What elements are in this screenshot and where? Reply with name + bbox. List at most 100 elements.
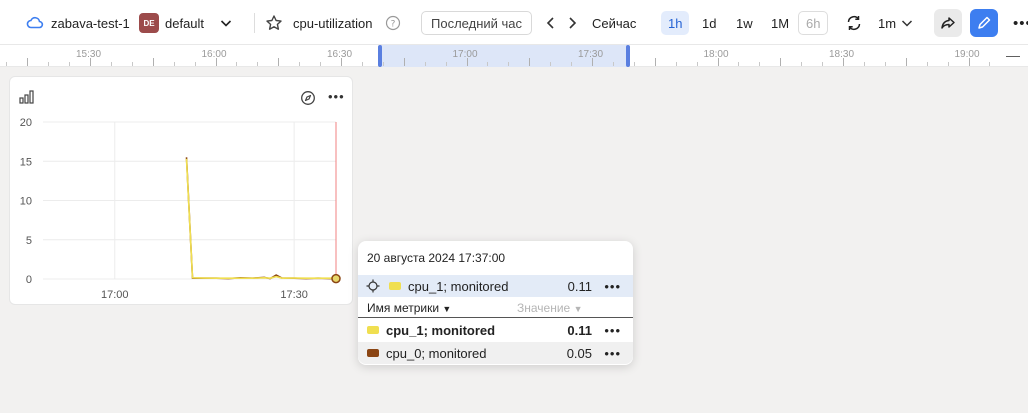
top-toolbar: zabava-test-1 DE default cpu-utilization… bbox=[0, 0, 1028, 45]
zoom-1d-button[interactable]: 1d bbox=[695, 11, 723, 35]
timeline-tick-mark bbox=[173, 62, 175, 66]
timeline-tick-mark bbox=[884, 62, 886, 66]
timeline-tick-mark bbox=[968, 58, 970, 66]
svg-text:?: ? bbox=[391, 20, 396, 30]
tooltip-row-name: cpu_0; monitored bbox=[386, 345, 487, 361]
refresh-icon[interactable] bbox=[845, 9, 863, 37]
timeline-tick-mark bbox=[717, 58, 719, 66]
tooltip-date: 20 августа 2024 17:37:00 bbox=[367, 251, 506, 265]
timeline-tick-mark bbox=[48, 62, 50, 66]
timeline-tick-label: 19:00 bbox=[954, 49, 980, 60]
timeline-tick-mark bbox=[445, 62, 447, 66]
chevron-down-icon[interactable] bbox=[219, 9, 233, 37]
timeline-tick-mark bbox=[905, 58, 907, 66]
timeline-tick-mark bbox=[466, 58, 468, 66]
environment-label[interactable]: default bbox=[165, 9, 204, 37]
timeline-tick-mark bbox=[863, 62, 865, 66]
timeline-tick-mark bbox=[215, 58, 217, 66]
x-tick-label: 17:30 bbox=[280, 289, 308, 301]
timeline-tick-mark bbox=[6, 62, 8, 66]
timeline-tick-mark bbox=[696, 62, 698, 66]
y-tick-label: 20 bbox=[20, 117, 32, 129]
cloud-icon[interactable] bbox=[26, 9, 44, 37]
more-icon[interactable]: ••• bbox=[1013, 9, 1028, 37]
folder-name[interactable]: zabava-test-1 bbox=[51, 9, 130, 37]
tooltip-row-value: 0.05 bbox=[566, 345, 592, 361]
timeline-selection-end-handle[interactable] bbox=[626, 45, 630, 67]
y-tick-label: 15 bbox=[20, 156, 32, 168]
tooltip-row[interactable]: cpu_1; monitored 0.11 ••• bbox=[358, 319, 633, 341]
timeline-tick-label: 18:00 bbox=[703, 49, 729, 60]
timeline-tick-label: 17:00 bbox=[452, 49, 478, 60]
edit-button[interactable] bbox=[970, 9, 998, 37]
timeline-tick-label: 18:30 bbox=[829, 49, 855, 60]
divider bbox=[254, 13, 255, 33]
tooltip-row-value: 0.11 bbox=[567, 322, 592, 338]
row-more-icon[interactable]: ••• bbox=[604, 323, 621, 338]
timeline-tick-mark bbox=[278, 58, 280, 66]
series-color-swatch bbox=[367, 326, 379, 334]
share-button[interactable] bbox=[934, 9, 962, 37]
chevron-right-icon[interactable] bbox=[566, 9, 578, 37]
cpu-line-chart[interactable]: 0 5 10 15 20 17:00 17:30 bbox=[10, 77, 354, 306]
timeline-tick-mark bbox=[299, 62, 301, 66]
refresh-interval-select[interactable]: 1m bbox=[878, 9, 914, 37]
chevron-down-icon bbox=[902, 20, 913, 27]
value-header-label: Значение bbox=[517, 301, 571, 315]
tooltip-highlighted-row[interactable]: cpu_1; monitored 0.11 ••• bbox=[358, 275, 633, 297]
timeline-tick-mark bbox=[947, 62, 949, 66]
timeline-tick-label: 17:30 bbox=[578, 49, 604, 60]
y-tick-label: 10 bbox=[20, 196, 32, 208]
timeline-tick-mark bbox=[361, 62, 363, 66]
metric-name-column-header[interactable]: Имя метрики ▼ bbox=[367, 301, 451, 315]
timeline-tick-mark bbox=[654, 58, 656, 66]
timeline-tick-mark bbox=[550, 62, 552, 66]
dashboard-title: cpu-utilization bbox=[293, 15, 373, 31]
tooltip-row[interactable]: cpu_0; monitored 0.05 ••• bbox=[358, 342, 633, 364]
now-button[interactable]: Сейчас bbox=[592, 9, 636, 37]
timeline-tick-mark bbox=[487, 62, 489, 66]
avatar: DE bbox=[139, 13, 159, 33]
crosshair-icon bbox=[366, 279, 380, 296]
timeline-tick-label: 16:30 bbox=[327, 49, 353, 60]
timeline-tick-mark bbox=[194, 62, 196, 66]
x-tick-label: 17:00 bbox=[101, 289, 129, 301]
row-more-icon[interactable]: ••• bbox=[604, 279, 621, 294]
zoom-1M-button[interactable]: 1M bbox=[764, 11, 796, 35]
chevron-left-icon[interactable] bbox=[545, 9, 557, 37]
zoom-1h-button[interactable]: 1h bbox=[661, 11, 690, 35]
refresh-interval-value: 1m bbox=[878, 15, 897, 31]
timeline-tick-label: 16:00 bbox=[201, 49, 227, 60]
value-column-header[interactable]: Значение ▼ bbox=[517, 301, 582, 315]
time-range-button[interactable]: Последний час bbox=[421, 11, 533, 35]
sort-down-icon: ▼ bbox=[573, 304, 583, 314]
help-icon[interactable]: ? bbox=[385, 9, 401, 37]
zoom-1w-button[interactable]: 1w bbox=[729, 11, 760, 35]
series-line-cpu_1 bbox=[185, 158, 337, 279]
timeline-tick-mark bbox=[403, 58, 405, 66]
timeline-tick-mark bbox=[508, 62, 510, 66]
timeline-tick-mark bbox=[320, 62, 322, 66]
timeline-tick-mark bbox=[633, 62, 635, 66]
timeline-tick-mark bbox=[382, 62, 384, 66]
row-more-icon[interactable]: ••• bbox=[604, 346, 621, 361]
timeline-tick-mark bbox=[738, 62, 740, 66]
timeline-tick-mark bbox=[110, 62, 112, 66]
timeline-tick-mark bbox=[822, 62, 824, 66]
cursor-point bbox=[331, 273, 341, 284]
pencil-icon bbox=[978, 16, 991, 29]
star-icon[interactable] bbox=[265, 9, 283, 37]
y-tick-label: 0 bbox=[26, 274, 32, 286]
series-color-swatch bbox=[389, 282, 401, 290]
timeline-tick-mark bbox=[801, 62, 803, 66]
timeline-ruler[interactable]: 15:30 16:00 16:30 17:00 17:30 18:00 18:30 19:00… bbox=[0, 44, 1028, 67]
timeline-selection-start-handle[interactable] bbox=[378, 45, 382, 67]
chart-panel: ••• 0 5 10 15 20 17:00 17:30 bbox=[9, 76, 353, 305]
timeline-tick-mark bbox=[989, 62, 991, 66]
timeline-tick-mark bbox=[131, 62, 133, 66]
tooltip-row-name: cpu_1; monitored bbox=[386, 322, 496, 338]
tooltip-table-header: Имя метрики ▼ Значение ▼ bbox=[358, 298, 633, 318]
timeline-tick-mark bbox=[152, 58, 154, 66]
zoom-6h-button[interactable]: 6h bbox=[798, 11, 829, 35]
zoom-out-icon[interactable]: — bbox=[1006, 47, 1020, 63]
